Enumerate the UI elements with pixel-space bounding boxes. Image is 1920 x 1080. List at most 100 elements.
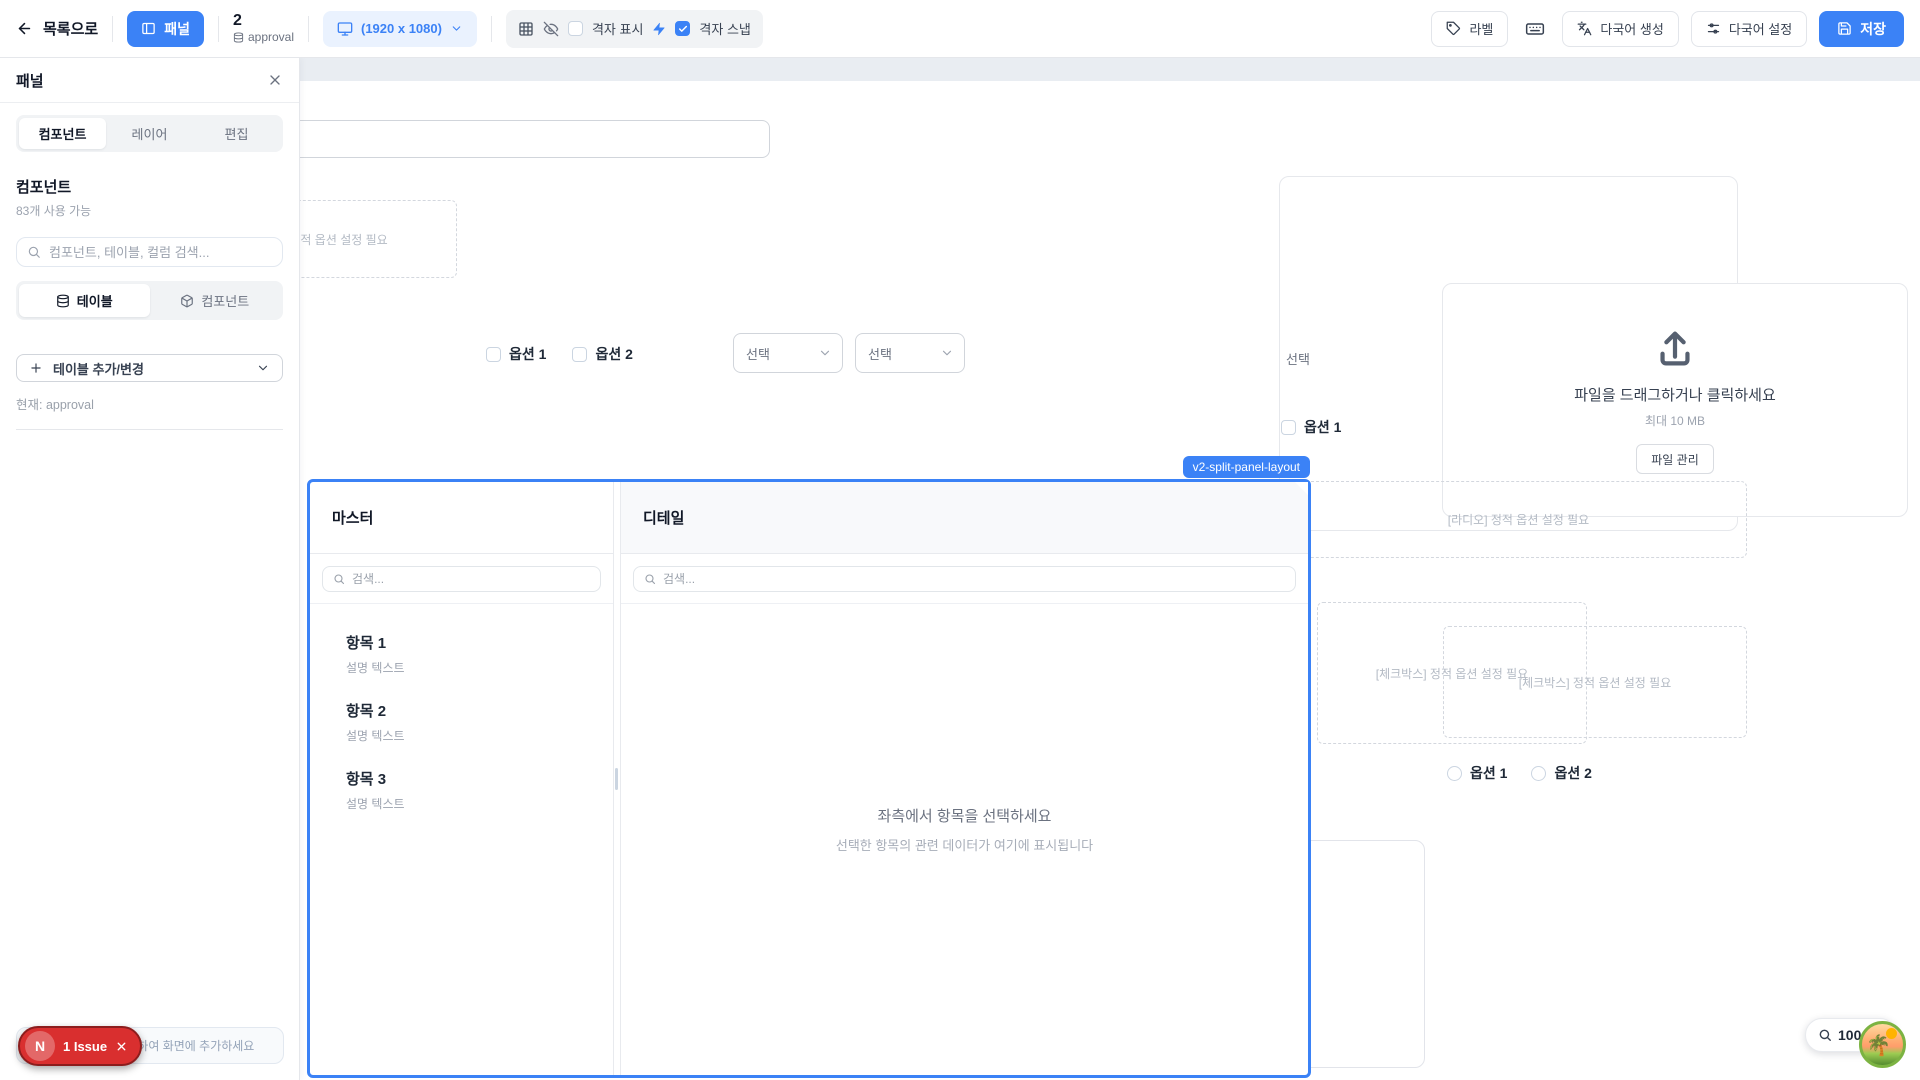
detail-pane: 디테일 좌측에서 항목을 선택하세요 선택한 항목의 관련 데이터가 여기에 표… [621,482,1308,1075]
master-search-input[interactable] [322,566,601,592]
item-title: 항목 2 [346,700,613,721]
splitter-handle-icon[interactable] [615,768,618,790]
screen-size-value: (1920 x 1080) [361,21,442,36]
component-name-badge: v2-split-panel-layout [1183,456,1310,478]
i18n-generate-button[interactable]: 다국어 생성 [1562,11,1678,47]
grid-snap-checkbox[interactable] [675,21,690,36]
screen: [셀렉트] 정적 옵션 설정 필요 옵션 1 옵션 2 선택 선택 선택 옵션 … [0,0,1920,1080]
canvas-checkbox-placeholder-2[interactable]: [체크박스] 정적 옵션 설정 필요 [1443,626,1747,738]
tag-icon [1446,21,1461,36]
select-value: 선택 [746,344,770,363]
checkbox-label: 옵션 1 [509,344,546,364]
save-icon [1837,21,1852,36]
eye-off-icon [543,21,559,37]
tab-layers[interactable]: 레이어 [106,118,193,149]
checkbox-icon[interactable] [1281,420,1296,435]
save-button[interactable]: 저장 [1819,11,1904,47]
split-panel-component[interactable]: v2-split-panel-layout 마스터 항목 1 설명 텍스트 항목… [307,479,1311,1078]
checkbox-icon[interactable] [486,347,501,362]
radio-icon[interactable] [1531,766,1546,781]
component-search-field[interactable] [49,245,272,260]
upload-title: 파일을 드래그하거나 클릭하세요 [1574,384,1776,405]
i18n-generate-text: 다국어 생성 [1600,19,1663,38]
source-toggle: 테이블 컴포넌트 [16,281,283,320]
checkbox-icon[interactable] [572,347,587,362]
i18n-settings-text: 다국어 설정 [1729,19,1792,38]
pane-splitter[interactable] [613,482,621,1075]
canvas-select-2[interactable]: 선택 [855,333,965,373]
chevron-down-icon [818,346,832,360]
item-title: 항목 3 [346,768,613,789]
grid-icon [518,21,534,37]
master-search-field[interactable] [352,572,590,586]
keyboard-shortcuts-button[interactable] [1520,11,1550,47]
divider [308,16,309,42]
canvas-radio-placeholder[interactable]: [라디오] 정적 옵션 설정 필요 [1290,481,1747,558]
tab-components[interactable]: 컴포넌트 [19,118,106,149]
item-title: 항목 1 [346,632,613,653]
master-search-row [310,554,613,604]
resize-notch[interactable] [1295,482,1308,495]
card-select-label[interactable]: 선택 [1286,349,1310,368]
radio-option-1[interactable]: 옵션 1 [1447,763,1507,783]
detail-search-field[interactable] [663,572,1285,586]
panel-toggle-button[interactable]: 패널 [127,11,204,47]
i18n-settings-button[interactable]: 다국어 설정 [1691,11,1807,47]
radio-icon[interactable] [1447,766,1462,781]
toggle-component[interactable]: 컴포넌트 [150,284,281,317]
palm-tree-icon: 🌴 [1866,1036,1891,1056]
close-icon[interactable] [267,72,283,88]
add-table-button[interactable]: 테이블 추가/변경 [16,354,283,382]
database-icon [233,32,244,43]
item-desc: 설명 텍스트 [346,659,613,676]
section-count: 83개 사용 가능 [16,202,283,219]
toggle-component-label: 컴포넌트 [201,291,249,310]
placeholder-label: [체크박스] 정적 옵션 설정 필요 [1519,674,1672,691]
select-value: 선택 [868,344,892,363]
table-name: approval [248,31,294,45]
panel-header: 패널 [0,58,299,103]
chevron-down-icon [940,346,954,360]
database-icon [56,294,70,308]
translate-icon [1577,21,1592,36]
screen-size-selector[interactable]: (1920 x 1080) [323,11,477,47]
back-button[interactable]: 목록으로 [16,18,98,39]
empty-desc: 선택한 항목의 관련 데이터가 여기에 표시됩니다 [836,835,1093,854]
back-label: 목록으로 [43,18,98,39]
file-manage-button[interactable]: 파일 관리 [1636,444,1714,474]
grid-show-checkbox[interactable] [568,21,583,36]
close-icon[interactable] [115,1040,128,1053]
list-item[interactable]: 항목 1 설명 텍스트 [310,632,613,700]
tab-edit[interactable]: 편집 [193,118,280,149]
search-icon [27,245,41,259]
checkbox-option-1[interactable]: 옵션 1 [486,344,546,364]
detail-header: 디테일 [621,482,1308,554]
magnifier-icon [1818,1028,1832,1042]
canvas-select-1[interactable]: 선택 [733,333,843,373]
search-icon [644,573,656,585]
list-item[interactable]: 항목 3 설명 텍스트 [310,768,613,836]
item-desc: 설명 텍스트 [346,727,613,744]
keyboard-icon [1525,19,1545,39]
checkbox-option-2[interactable]: 옵션 2 [572,344,632,364]
detail-search-input[interactable] [633,566,1296,592]
card-checkbox-option[interactable]: 옵션 1 [1281,417,1341,437]
item-desc: 설명 텍스트 [346,795,613,812]
radio-option-2[interactable]: 옵션 2 [1531,763,1591,783]
divider [491,16,492,42]
current-table-label: 현재: approval [16,394,283,413]
radio-label: 옵션 1 [1470,763,1507,783]
search-icon [333,573,345,585]
issue-badge[interactable]: N 1 Issue [18,1026,142,1066]
empty-title: 좌측에서 항목을 선택하세요 [878,805,1052,826]
monitor-icon [337,21,353,37]
list-item[interactable]: 항목 2 설명 텍스트 [310,700,613,768]
label-button[interactable]: 라벨 [1431,11,1508,47]
canvas-text-input[interactable] [260,120,770,158]
component-search[interactable] [16,237,283,267]
toggle-table[interactable]: 테이블 [19,284,150,317]
island-emoji-badge[interactable]: 🌴 [1859,1021,1906,1068]
master-item-list: 항목 1 설명 텍스트 항목 2 설명 텍스트 항목 3 설명 텍스트 [310,604,613,836]
cube-icon [180,294,194,308]
panel-title: 패널 [16,70,44,91]
